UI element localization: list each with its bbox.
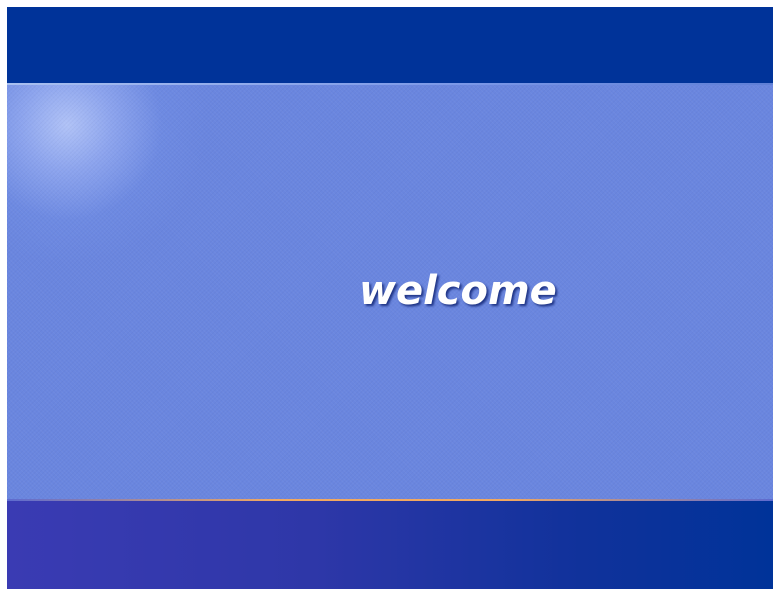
bottom-band	[7, 501, 773, 589]
welcome-text: welcome	[359, 268, 557, 314]
welcome-screen: welcome	[7, 7, 773, 589]
top-band	[7, 7, 773, 83]
main-panel: welcome	[7, 85, 773, 499]
